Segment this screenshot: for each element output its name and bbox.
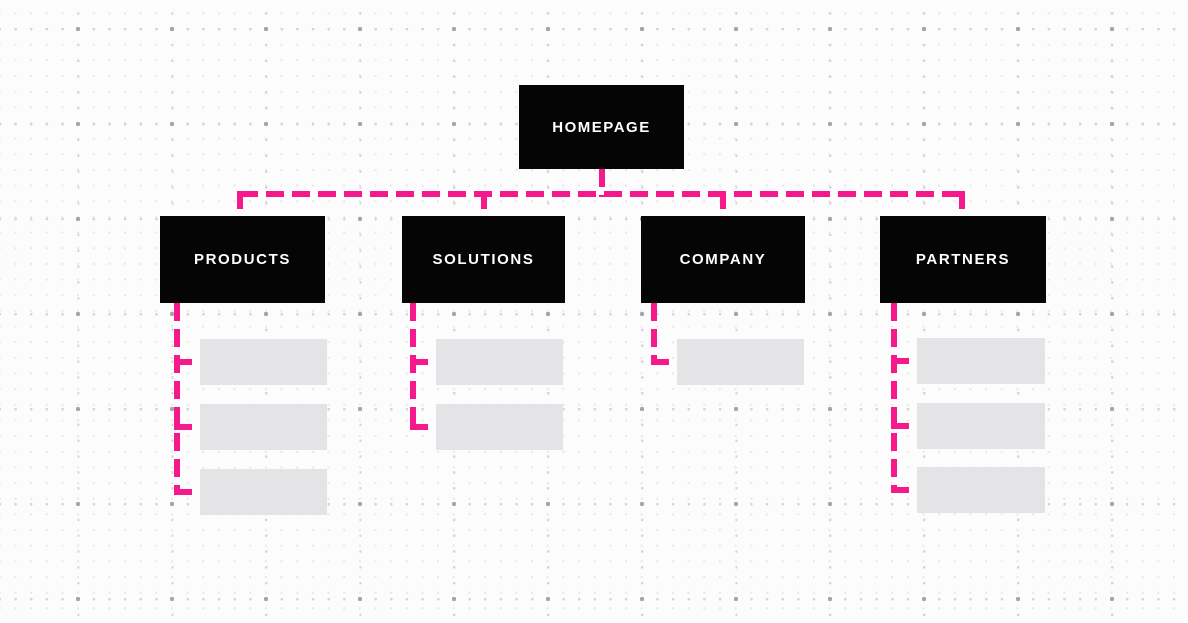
node-child-placeholder[interactable] [200, 339, 327, 385]
node-child-placeholder[interactable] [917, 467, 1045, 513]
node-section-label: PRODUCTS [194, 251, 291, 268]
node-section-company[interactable]: COMPANY [641, 216, 805, 303]
node-section-solutions[interactable]: SOLUTIONS [402, 216, 565, 303]
node-child-placeholder[interactable] [200, 469, 327, 515]
node-child-placeholder[interactable] [436, 339, 563, 385]
node-section-label: COMPANY [679, 251, 767, 268]
node-child-placeholder[interactable] [200, 404, 327, 450]
node-child-placeholder[interactable] [436, 404, 563, 450]
node-homepage-label: HOMEPAGE [552, 118, 651, 136]
node-child-placeholder[interactable] [677, 339, 804, 385]
node-section-products[interactable]: PRODUCTS [160, 216, 325, 303]
node-child-placeholder[interactable] [917, 338, 1045, 384]
node-section-label: SOLUTIONS [432, 251, 535, 268]
node-section-partners[interactable]: PARTNERS [880, 216, 1046, 303]
node-section-label: PARTNERS [915, 251, 1011, 268]
node-child-placeholder[interactable] [917, 403, 1045, 449]
sitemap-canvas: HOMEPAGE PRODUCTS SOLUTIONS COMPANY PARTNER… [0, 0, 1188, 623]
node-homepage[interactable]: HOMEPAGE [519, 85, 684, 169]
